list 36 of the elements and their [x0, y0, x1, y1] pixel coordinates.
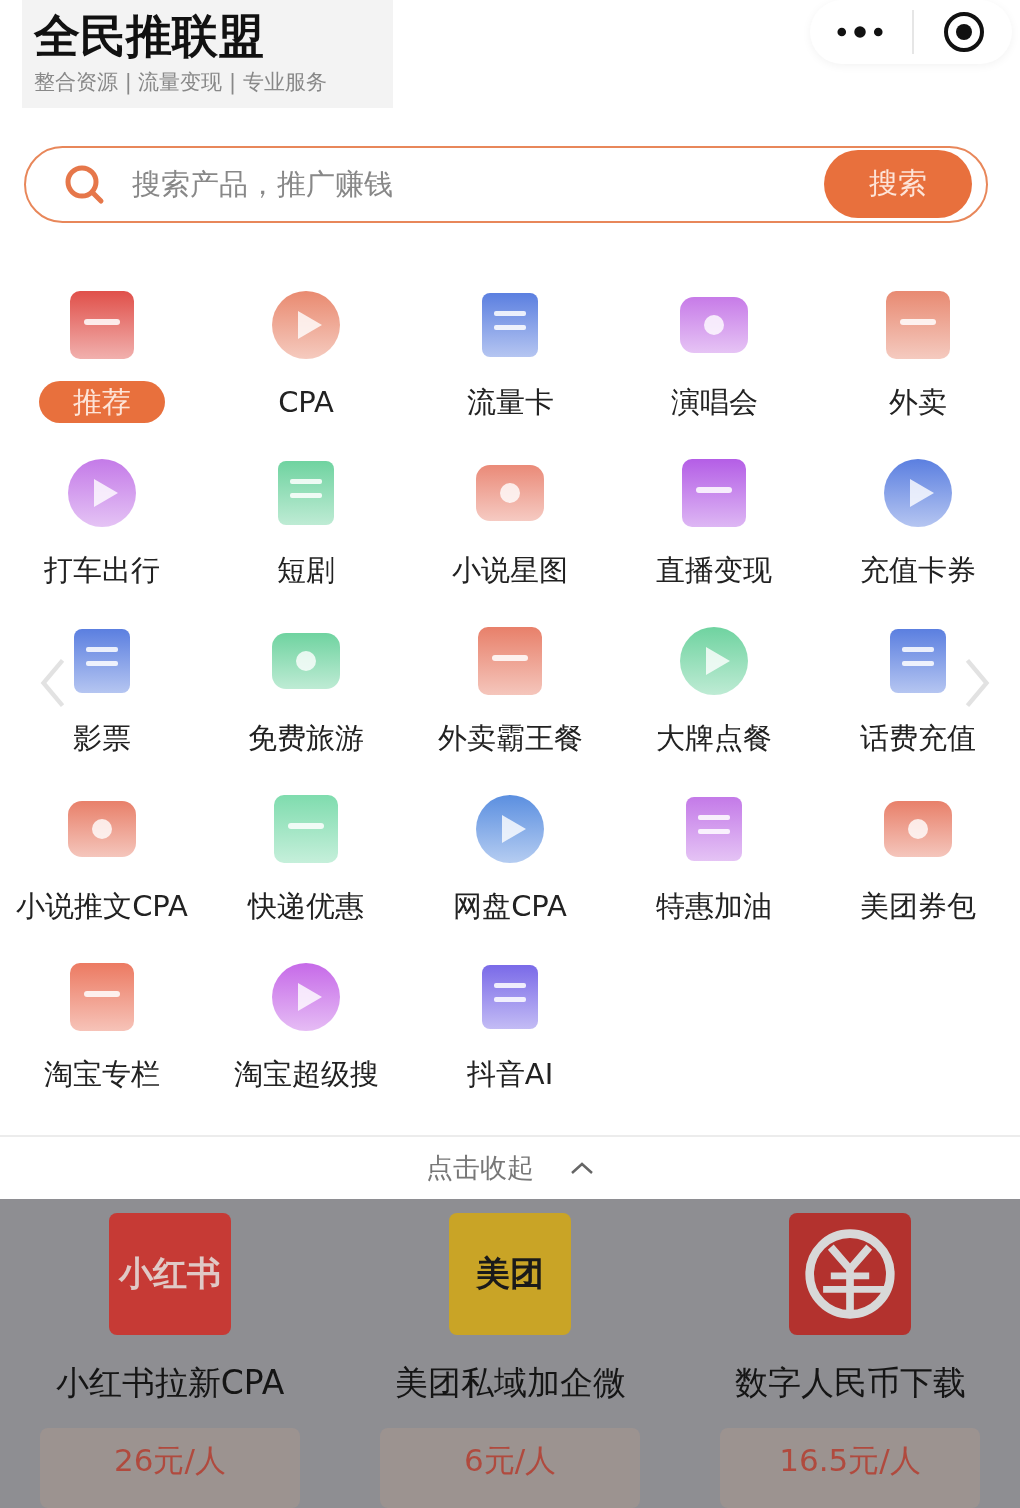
category-tab[interactable]: 直播变现 [652, 548, 776, 591]
category-tab[interactable]: 小说推文CPA [12, 884, 192, 927]
category-tab[interactable]: 影票 [69, 716, 135, 759]
caret-up-icon[interactable] [570, 1160, 594, 1175]
product-title: 数字人民币下载 [734, 1362, 966, 1404]
category-tab[interactable]: 淘宝超级搜 [229, 1052, 383, 1095]
price-tag: 6元/人 [380, 1428, 640, 1508]
category-tab[interactable]: 淘宝专栏 [40, 1052, 164, 1095]
category-tab[interactable]: 抖音AI [462, 1052, 558, 1095]
price-tag: 16.5元/人 [720, 1428, 980, 1508]
app-subtitle: 整合资源 | 流量变现 | 专业服务 [34, 69, 328, 96]
category-tab[interactable]: 美团券包 [856, 884, 980, 927]
category-tab[interactable]: 大牌点餐 [652, 716, 776, 759]
collapse-link[interactable]: 点击收起 [426, 1149, 534, 1186]
category-tab[interactable]: 外卖 [885, 380, 951, 423]
product-title: 美团私域加企微 [394, 1362, 626, 1404]
category-tab[interactable]: 打车出行 [40, 548, 164, 591]
category-tab[interactable]: 充值卡券 [856, 548, 980, 591]
category-tab[interactable]: 演唱会 [666, 380, 762, 423]
app-title: 全民推联盟 [34, 8, 265, 64]
app-logo: 美团 [449, 1213, 571, 1335]
category-tab[interactable]: 特惠加油 [652, 884, 776, 927]
category-tab[interactable]: CPA [274, 380, 338, 423]
category-tab[interactable]: 流量卡 [462, 380, 558, 423]
category-tab[interactable]: 外卖霸王餐 [433, 716, 587, 759]
app-logo: 小红书 [109, 1213, 231, 1335]
category-tab[interactable]: 小说星图 [448, 548, 572, 591]
category-tab[interactable]: 网盘CPA [449, 884, 571, 927]
category-tab[interactable]: 话费充值 [856, 716, 980, 759]
price-tag: 26元/人 [40, 1428, 300, 1508]
category-tab[interactable]: 快递优惠 [244, 884, 368, 927]
category-tab[interactable]: 短剧 [273, 548, 339, 591]
more-icon[interactable] [836, 25, 884, 39]
category-tab[interactable]: 免费旅游 [244, 716, 368, 759]
currency-icon [802, 1226, 898, 1322]
product-title: 小红书拉新CPA [55, 1362, 285, 1404]
